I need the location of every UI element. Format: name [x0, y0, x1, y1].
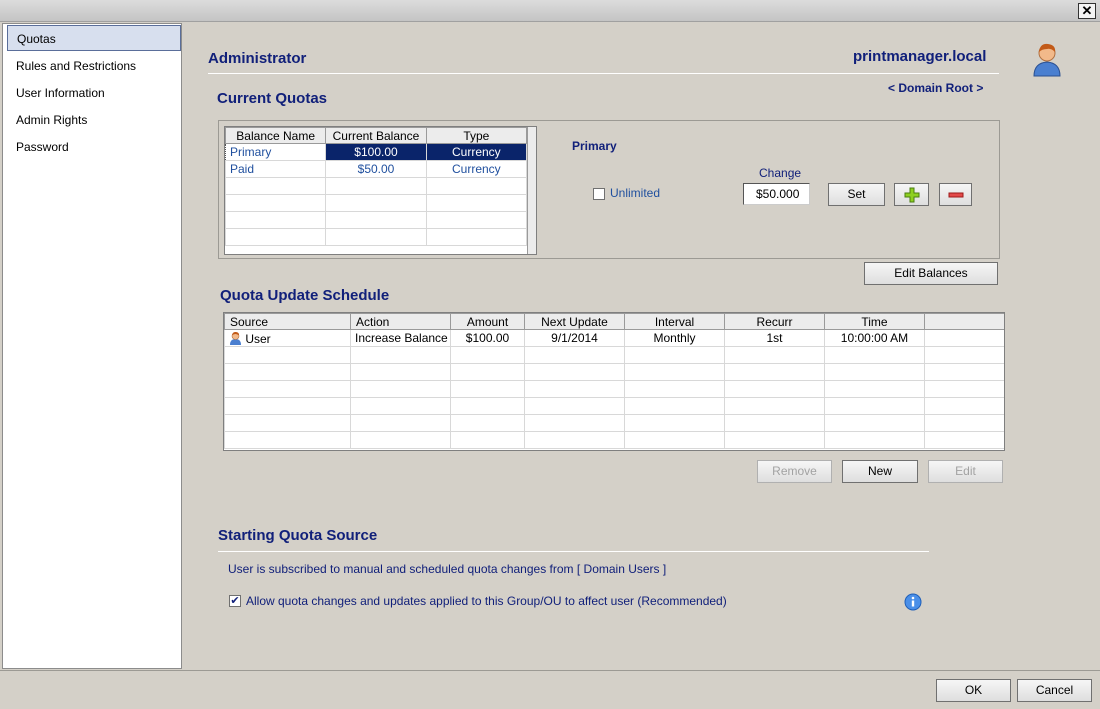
balance-cell: $50.00 [325, 160, 427, 178]
edit-schedule-button[interactable]: Edit [928, 460, 1003, 483]
change-label: Change [759, 166, 802, 180]
sidebar: Quotas Rules and Restrictions User Infor… [2, 23, 182, 669]
user-avatar-icon [1031, 41, 1063, 77]
server-name: printmanager.local [853, 48, 987, 65]
sidebar-item-rules-and-restrictions[interactable]: Rules and Restrictions [7, 53, 181, 79]
current-quotas-panel: Balance Name Current Balance Type Primar… [218, 120, 1000, 259]
column-header-current-balance[interactable]: Current Balance [325, 127, 427, 144]
recurr-cell: 1st [724, 329, 825, 347]
balances-grid: Balance Name Current Balance Type Primar… [224, 126, 537, 255]
set-button[interactable]: Set [828, 183, 885, 206]
header-divider [208, 73, 999, 74]
schedule-grid: Source Action Amount Next Update Interva… [223, 312, 1005, 451]
subscribed-text: User is subscribed to manual and schedul… [228, 562, 667, 576]
empty-row [225, 194, 528, 212]
info-icon[interactable] [904, 593, 922, 614]
unlimited-checkbox[interactable] [593, 188, 605, 200]
minus-icon [948, 192, 963, 198]
column-header-source[interactable]: Source [224, 313, 351, 330]
next-update-cell: 9/1/2014 [524, 329, 625, 347]
user-icon [230, 331, 241, 345]
domain-root-link[interactable]: < Domain Root > [888, 81, 983, 95]
plus-icon [904, 187, 919, 203]
edit-balances-button[interactable]: Edit Balances [864, 262, 998, 285]
column-header-type[interactable]: Type [425, 127, 528, 144]
empty-row [224, 431, 1004, 449]
main-panel: Administrator printmanager.local < Domai… [184, 23, 1098, 669]
filler-cell [924, 329, 1004, 347]
starting-source-title: Starting Quota Source [218, 527, 378, 544]
action-cell: Increase Balance [350, 329, 451, 347]
column-header-filler [924, 313, 1004, 330]
empty-row [224, 363, 1004, 381]
balance-cell: $100.00 [325, 143, 427, 161]
column-header-recurr[interactable]: Recurr [724, 313, 825, 330]
schedule-title: Quota Update Schedule [220, 287, 390, 304]
cancel-button[interactable]: Cancel [1017, 679, 1092, 702]
table-row[interactable]: Paid $50.00 Currency [225, 160, 528, 178]
empty-row [224, 380, 1004, 398]
empty-row [225, 211, 528, 229]
type-cell: Currency [425, 143, 528, 161]
close-icon[interactable]: ✕ [1078, 3, 1096, 19]
add-balance-button[interactable] [894, 183, 929, 206]
time-cell: 10:00:00 AM [824, 329, 925, 347]
column-header-balance-name[interactable]: Balance Name [225, 127, 327, 144]
remove-balance-button[interactable] [939, 183, 972, 206]
column-header-time[interactable]: Time [824, 313, 925, 330]
allow-changes-label: Allow quota changes and updates applied … [246, 594, 727, 608]
column-header-action[interactable]: Action [350, 313, 451, 330]
empty-row [224, 346, 1004, 364]
table-row[interactable]: User Increase Balance $100.00 9/1/2014 M… [224, 329, 1004, 347]
column-header-next-update[interactable]: Next Update [524, 313, 625, 330]
current-quotas-title: Current Quotas [217, 90, 328, 107]
change-amount-input[interactable]: $50.000 [743, 183, 810, 205]
amount-cell: $100.00 [450, 329, 525, 347]
source-cell: User [224, 329, 351, 347]
grid-scrollbar[interactable] [527, 127, 536, 254]
sidebar-item-quotas[interactable]: Quotas [7, 25, 181, 51]
source-label: User [245, 331, 271, 346]
new-schedule-button[interactable]: New [842, 460, 918, 483]
sidebar-item-admin-rights[interactable]: Admin Rights [7, 107, 181, 133]
user-name: Administrator [208, 50, 307, 67]
empty-row [225, 228, 528, 246]
interval-cell: Monthly [624, 329, 725, 347]
column-header-interval[interactable]: Interval [624, 313, 725, 330]
empty-row [224, 397, 1004, 415]
ok-button[interactable]: OK [936, 679, 1011, 702]
remove-schedule-button[interactable]: Remove [757, 460, 832, 483]
column-header-amount[interactable]: Amount [450, 313, 525, 330]
table-row[interactable]: Primary $100.00 Currency [225, 143, 528, 161]
allow-changes-checkbox[interactable]: ✔ [229, 595, 241, 607]
balance-name-cell: Paid [225, 160, 327, 178]
type-cell: Currency [425, 160, 528, 178]
dialog-footer: OK Cancel [0, 670, 1100, 709]
empty-row [224, 414, 1004, 432]
starting-source-divider [218, 551, 929, 552]
sidebar-item-user-information[interactable]: User Information [7, 80, 181, 106]
title-bar: ✕ [0, 0, 1100, 22]
empty-row [225, 177, 528, 195]
unlimited-label: Unlimited [610, 186, 661, 200]
balance-name-cell: Primary [225, 143, 327, 161]
selected-balance-label: Primary [572, 139, 617, 153]
sidebar-item-password[interactable]: Password [7, 134, 181, 160]
